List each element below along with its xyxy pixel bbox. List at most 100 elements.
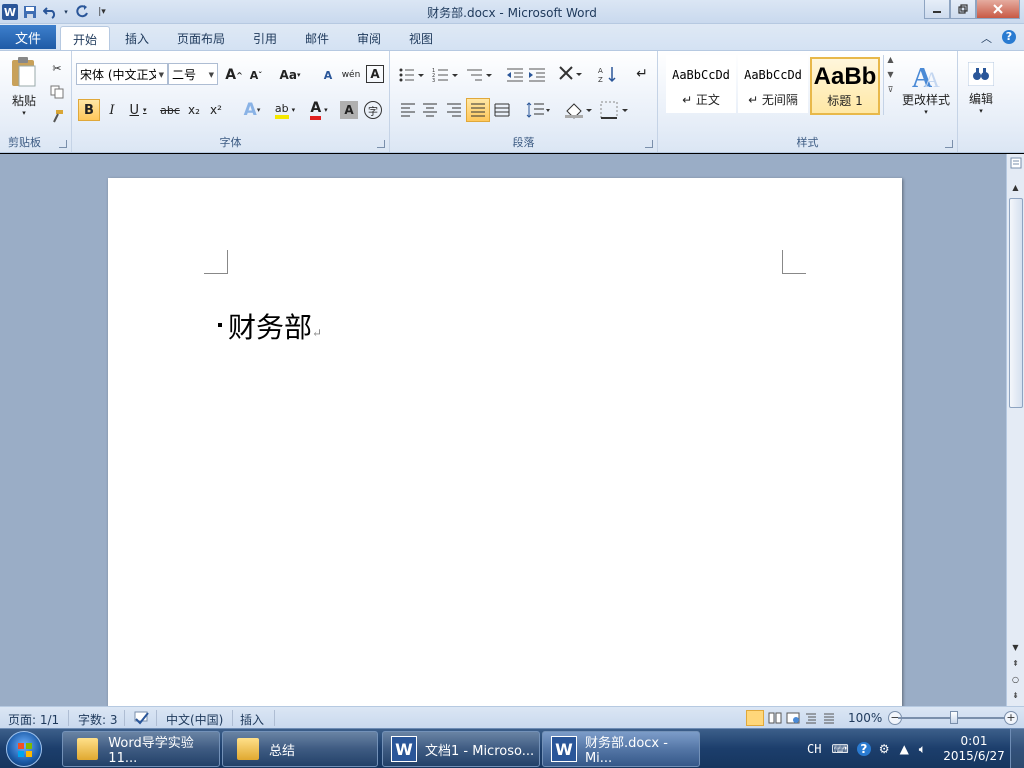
taskbar-item-explorer-1[interactable]: Word导学实验11... bbox=[62, 731, 220, 767]
select-browse-object-icon[interactable]: ○ bbox=[1008, 672, 1023, 686]
draft-icon[interactable] bbox=[822, 711, 836, 728]
editing-button[interactable]: 编辑 ▾ bbox=[962, 55, 1000, 121]
align-right-icon[interactable] bbox=[446, 103, 462, 117]
ime-settings-icon[interactable]: ⚙ bbox=[879, 742, 890, 756]
scrollbar-thumb[interactable] bbox=[1009, 198, 1023, 408]
justify-button[interactable] bbox=[466, 98, 490, 122]
italic-button[interactable]: I bbox=[102, 99, 122, 121]
line-spacing-icon[interactable] bbox=[526, 101, 552, 119]
document-heading[interactable]: 财务部↵ bbox=[218, 306, 322, 346]
web-layout-icon[interactable] bbox=[786, 711, 800, 728]
previous-page-icon[interactable]: ⇞ bbox=[1008, 656, 1023, 670]
tab-page-layout[interactable]: 页面布局 bbox=[168, 26, 234, 50]
scroll-down-icon[interactable]: ▼ bbox=[1008, 640, 1023, 654]
character-border-button[interactable]: A bbox=[366, 65, 384, 83]
character-shading-button[interactable]: A bbox=[340, 101, 358, 119]
borders-icon[interactable] bbox=[600, 101, 630, 119]
input-language-indicator[interactable]: CH bbox=[807, 742, 821, 756]
tab-review[interactable]: 审阅 bbox=[346, 26, 392, 50]
font-size-combo[interactable]: 二号 ▼ bbox=[168, 63, 218, 85]
ruler-toggle-icon[interactable] bbox=[1008, 156, 1023, 170]
change-case-button[interactable]: Aa ▾ bbox=[276, 65, 304, 85]
page-count[interactable]: 页面: 1/1 bbox=[8, 711, 59, 728]
font-name-combo[interactable]: 宋体 (中文正文 ▼ bbox=[76, 63, 168, 85]
shading-icon[interactable] bbox=[564, 101, 594, 119]
superscript-button[interactable]: x² bbox=[206, 99, 226, 121]
show-hidden-icons-icon[interactable]: ▲ bbox=[900, 742, 909, 756]
distributed-icon[interactable] bbox=[494, 103, 510, 117]
style-heading-1[interactable]: AaBb 标题 1 bbox=[810, 57, 880, 115]
taskbar-item-word-finance[interactable]: W 财务部.docx - Mi... bbox=[542, 731, 700, 767]
bold-button[interactable]: B bbox=[78, 99, 100, 121]
tab-home[interactable]: 开始 bbox=[60, 26, 110, 51]
proofing-icon[interactable] bbox=[132, 711, 150, 728]
keyboard-icon[interactable]: ⌨ bbox=[831, 742, 848, 756]
align-center-icon[interactable] bbox=[422, 103, 438, 117]
styles-launcher-icon[interactable] bbox=[945, 140, 953, 148]
show-desktop-button[interactable] bbox=[1010, 729, 1024, 768]
style-no-spacing[interactable]: AaBbCcDd ↵ 无间隔 bbox=[738, 55, 808, 113]
font-launcher-icon[interactable] bbox=[377, 140, 385, 148]
tab-insert[interactable]: 插入 bbox=[114, 26, 160, 50]
heading-text[interactable]: 财务部 bbox=[228, 311, 312, 344]
grow-font-button[interactable]: A ^ bbox=[224, 65, 244, 85]
minimize-ribbon-icon[interactable]: ︿ bbox=[981, 30, 992, 46]
zoom-in-icon[interactable]: + bbox=[1004, 711, 1018, 725]
language-indicator[interactable]: 中文(中国) bbox=[166, 711, 223, 728]
enclose-characters-button[interactable]: 字 bbox=[364, 101, 382, 119]
highlight-button[interactable]: ab ▾ bbox=[270, 99, 300, 121]
tab-references[interactable]: 引用 bbox=[242, 26, 288, 50]
show-paragraph-marks-icon[interactable]: ↵ bbox=[634, 65, 650, 83]
decrease-indent-icon[interactable] bbox=[506, 67, 524, 83]
close-button[interactable] bbox=[976, 0, 1020, 19]
sort-icon[interactable]: AZ bbox=[598, 65, 618, 83]
numbering-icon[interactable]: 123 bbox=[432, 67, 460, 83]
copy-icon[interactable] bbox=[48, 83, 66, 101]
volume-icon[interactable]: 🔈︎ bbox=[919, 742, 926, 757]
clipboard-launcher-icon[interactable] bbox=[59, 140, 67, 148]
style-normal[interactable]: AaBbCcDd ↵ 正文 bbox=[666, 55, 736, 113]
cut-icon[interactable]: ✂ bbox=[48, 59, 66, 77]
tab-file[interactable]: 文件 bbox=[0, 25, 56, 49]
vertical-scrollbar[interactable]: ▲ ▼ ⇞ ○ ⇟ bbox=[1006, 154, 1024, 706]
scroll-up-icon[interactable]: ▲ bbox=[1008, 180, 1023, 194]
system-clock[interactable]: 0:01 2015/6/27 bbox=[938, 734, 1010, 764]
shrink-font-button[interactable]: Aˇ bbox=[246, 65, 266, 85]
clear-formatting-button[interactable]: A bbox=[318, 65, 338, 85]
increase-indent-icon[interactable] bbox=[528, 67, 546, 83]
scroll-up-icon[interactable]: ▲ bbox=[887, 55, 893, 64]
tab-mailings[interactable]: 邮件 bbox=[294, 26, 340, 50]
help-icon[interactable]: ? bbox=[856, 742, 871, 756]
next-page-icon[interactable]: ⇟ bbox=[1008, 688, 1023, 702]
format-painter-icon[interactable] bbox=[48, 107, 66, 125]
strikethrough-button[interactable]: abc bbox=[158, 99, 182, 121]
taskbar-item-word-doc1[interactable]: W 文档1 - Microso... bbox=[382, 731, 540, 767]
multilevel-list-icon[interactable] bbox=[466, 67, 494, 83]
paragraph-launcher-icon[interactable] bbox=[645, 140, 653, 148]
font-color-button[interactable]: A ▾ bbox=[304, 99, 334, 121]
tab-view[interactable]: 视图 bbox=[398, 26, 444, 50]
help-icon[interactable]: ? bbox=[1002, 30, 1016, 44]
chinese-layout-icon[interactable] bbox=[558, 65, 584, 83]
taskbar-item-explorer-2[interactable]: 总结 bbox=[222, 731, 378, 767]
align-left-icon[interactable] bbox=[400, 103, 416, 117]
restore-button[interactable] bbox=[950, 0, 976, 19]
minimize-button[interactable] bbox=[924, 0, 950, 19]
outline-icon[interactable] bbox=[804, 711, 818, 728]
word-count[interactable]: 字数: 3 bbox=[78, 711, 118, 728]
underline-button[interactable]: U ▾ bbox=[124, 99, 152, 121]
text-effects-button[interactable]: A ▾ bbox=[238, 99, 266, 121]
phonetic-guide-button[interactable]: wén bbox=[340, 65, 362, 85]
full-screen-reading-icon[interactable] bbox=[768, 711, 782, 728]
zoom-slider-handle[interactable] bbox=[950, 711, 958, 724]
print-layout-icon[interactable] bbox=[746, 710, 764, 726]
scroll-down-icon[interactable]: ▼ bbox=[887, 70, 893, 79]
start-button[interactable] bbox=[6, 731, 42, 767]
subscript-button[interactable]: x₂ bbox=[184, 99, 204, 121]
styles-scroll[interactable]: ▲ ▼ ⊽ bbox=[883, 55, 897, 115]
paste-button[interactable]: 粘贴 ▾ bbox=[6, 55, 42, 117]
change-styles-button[interactable]: AA 更改样式 ▾ bbox=[898, 55, 954, 121]
zoom-level[interactable]: 100% bbox=[848, 711, 882, 725]
gallery-more-icon[interactable]: ⊽ bbox=[888, 85, 894, 94]
document-page[interactable]: 财务部↵ bbox=[108, 178, 902, 706]
